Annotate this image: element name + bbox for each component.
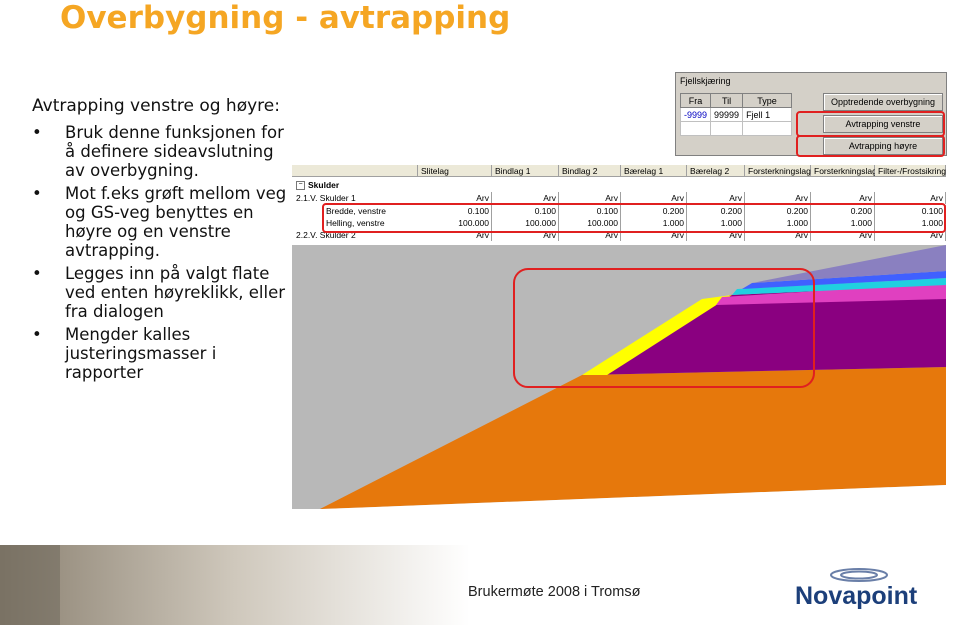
grid-column-header[interactable]: Bindlag 2 [559, 165, 621, 177]
table-cell[interactable]: Fjell 1 [742, 107, 793, 122]
grid-column-header[interactable]: Bindlag 1 [492, 165, 559, 177]
grid-column-header[interactable]: Filter-/Frostsikring [875, 165, 946, 177]
table-cell[interactable]: -9999 [679, 107, 712, 122]
bullet-item: Legges inn på valgt flate ved enten høyr… [32, 264, 287, 321]
fjell-table: Fra Til Type -9999 99999 Fjell 1 [679, 93, 793, 136]
bullet-item: Bruk denne funksjonen for å definere sid… [32, 123, 287, 180]
logo-icon [830, 568, 888, 582]
bullet-list: Bruk denne funksjonen for å definere sid… [32, 123, 287, 382]
collapse-icon[interactable]: − [296, 181, 305, 190]
grid-column-header[interactable]: Bærelag 2 [687, 165, 745, 177]
intro-text: Avtrapping venstre og høyre: [32, 96, 280, 116]
grid-column-header[interactable]: Forsterkningslag [745, 165, 811, 177]
grid-column-header[interactable]: Forsterkningslag [811, 165, 877, 177]
bullet-item: Mengder kalles justeringsmasser i rappor… [32, 325, 287, 382]
grid-header: Slitelag Bindlag 1 Bindlag 2 Bærelag 1 B… [292, 165, 946, 177]
slide-title: Overbygning - avtrapping [60, 0, 511, 36]
grid-group-row[interactable]: − Skulder [292, 179, 946, 191]
table-cell[interactable]: 99999 [710, 107, 744, 122]
logo-text: Novapoint [795, 582, 918, 610]
highlight-grid-rows [322, 203, 946, 233]
column-header[interactable]: Fra [679, 93, 712, 108]
column-header[interactable]: Til [710, 93, 744, 108]
bullet-item: Mot f.eks grøft mellom veg og GS-veg ben… [32, 184, 287, 260]
grid-column-header[interactable]: Bærelag 1 [621, 165, 687, 177]
novapoint-logo: Novapoint [795, 565, 935, 615]
highlight-hoyre [796, 135, 945, 157]
group-label: Fjellskjæring [680, 76, 731, 86]
cross-section-view [292, 245, 946, 537]
footer-text: Brukermøte 2008 i Tromsø [468, 584, 641, 600]
property-grid: Slitelag Bindlag 1 Bindlag 2 Bærelag 1 B… [292, 165, 946, 245]
bullet-text: Avtrapping venstre og høyre: Bruk denne … [32, 96, 287, 386]
grid-column-header[interactable]: Slitelag [418, 165, 492, 177]
opptredende-overbygning-button[interactable]: Opptredende overbygning [823, 93, 943, 111]
table-row[interactable]: -9999 99999 Fjell 1 [679, 107, 793, 122]
fjellskjaering-dialog: Fjellskjæring Fra Til Type -9999 99999 F… [675, 72, 947, 157]
grid-group-label: Skulder [308, 180, 340, 190]
highlight-venstre [796, 111, 945, 137]
footer-decoration [0, 545, 470, 625]
column-header[interactable]: Type [742, 93, 793, 108]
